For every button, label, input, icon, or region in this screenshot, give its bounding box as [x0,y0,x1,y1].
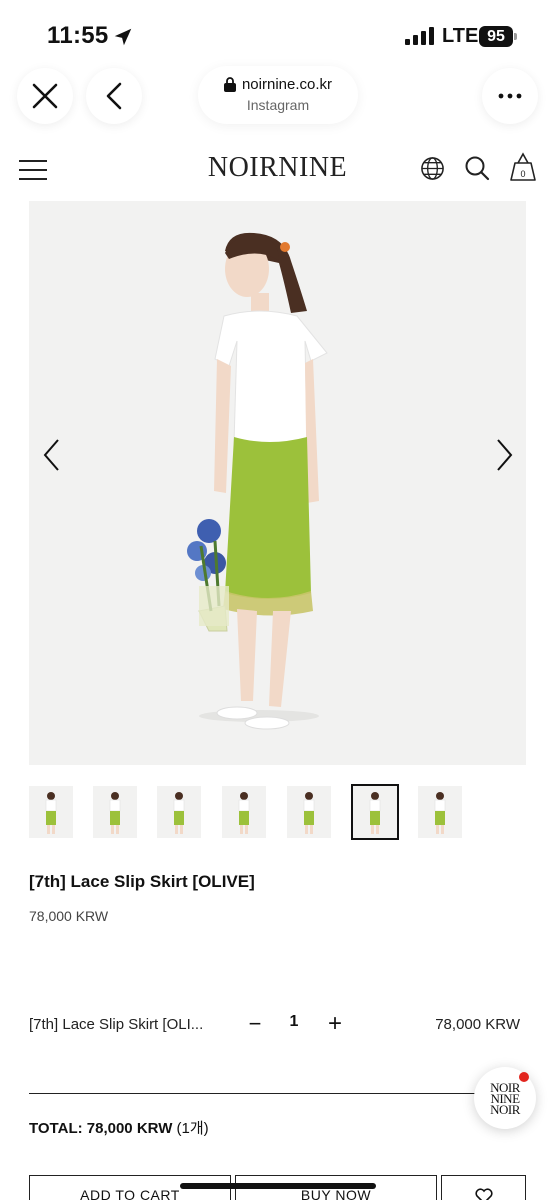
globe-icon[interactable] [420,156,445,181]
close-icon [32,83,58,109]
chevron-left-icon [106,82,122,110]
total-price: TOTAL: 78,000 KRW (1개) [29,1117,209,1138]
heart-icon [474,1188,493,1200]
location-arrow-icon [114,28,132,46]
close-button[interactable] [17,68,73,124]
next-image-arrow-icon[interactable] [494,438,514,472]
quantity-value[interactable]: 1 [285,1013,303,1031]
battery-indicator: 95 [479,26,513,47]
product-thumbnail[interactable] [351,784,399,840]
url-source: Instagram [246,97,310,113]
total-count: (1개) [176,1120,209,1137]
status-time: 11:55 [47,22,109,49]
notification-dot [519,1072,529,1082]
product-thumbnail[interactable] [157,786,201,838]
divider [29,1093,529,1094]
shopping-bag-icon[interactable]: 0 [508,152,538,182]
chat-badge-logo: NOIR NINE NOIR [490,1079,520,1117]
hamburger-menu-icon[interactable] [18,158,48,182]
product-image[interactable] [29,201,526,765]
url-text: noirnine.co.kr [241,76,333,93]
url-bar[interactable]: noirnine.co.kr Instagram [198,66,358,124]
status-bar: 11:55 LTE 95 [0,0,555,72]
product-thumbnail[interactable] [418,786,462,838]
ellipsis-icon [498,93,522,99]
total-label: TOTAL: 78,000 KRW [29,1120,173,1137]
quantity-increase-button[interactable]: + [324,1010,346,1038]
svg-text:0: 0 [520,169,525,179]
product-price: 78,000 KRW [29,908,109,924]
wishlist-button[interactable] [441,1175,526,1200]
selected-option-name: [7th] Lace Slip Skirt [OLI... [29,1016,204,1033]
product-thumbnail[interactable] [287,786,331,838]
lock-icon [223,77,236,92]
product-title: [7th] Lace Slip Skirt [OLIVE] [29,872,255,891]
cellular-signal-icon [405,27,434,45]
quantity-decrease-button[interactable]: − [244,1010,266,1038]
more-options-button[interactable] [482,68,538,124]
option-price: 78,000 KRW [435,1016,520,1033]
site-logo[interactable]: NOIRNINE [150,152,405,184]
back-button[interactable] [86,68,142,124]
previous-image-arrow-icon[interactable] [42,438,62,472]
home-indicator [180,1183,376,1189]
product-thumbnail[interactable] [222,786,266,838]
product-thumbnail[interactable] [29,786,73,838]
search-icon[interactable] [464,155,490,181]
network-type: LTE [442,25,479,47]
product-thumbnail[interactable] [93,786,137,838]
model-photo [29,201,526,765]
battery-tip [514,33,517,40]
